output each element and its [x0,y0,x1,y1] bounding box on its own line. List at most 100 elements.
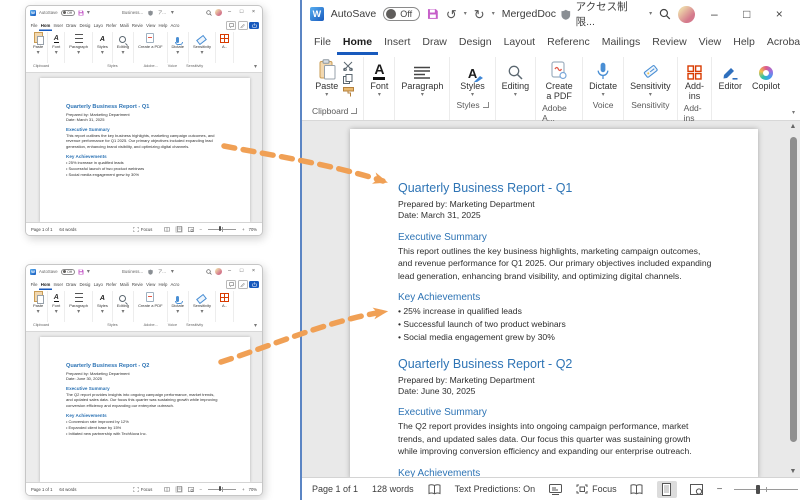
zoom-level[interactable]: 70% [249,487,257,492]
tab-mailings[interactable]: Maili [118,20,130,31]
minimize-button[interactable]: – [702,8,727,20]
tab-design[interactable]: Design [453,30,498,55]
sensitivity-button[interactable]: Sensitivity ▾ [189,291,216,322]
zoom-out-button[interactable]: − [199,487,202,492]
document-page[interactable]: Quarterly Business Report - Q1 Prepared … [350,129,758,477]
web-layout-button[interactable] [687,481,707,498]
zoom-slider[interactable] [734,484,799,494]
format-painter-icon[interactable] [343,87,355,97]
paragraph-button[interactable]: Paragraph ▾ [65,291,93,322]
zoom-out-button[interactable]: − [199,227,202,232]
chevron-down-icon[interactable]: ▾ [171,10,174,16]
print-layout-button[interactable] [175,225,184,233]
scroll-up-icon[interactable]: ▲ [788,123,798,130]
redo-icon[interactable]: ↻ [474,8,485,21]
share-button[interactable] [249,21,259,29]
tab-acrobat[interactable]: Acrobat [761,30,800,55]
tab-draw[interactable]: Draw [65,279,78,290]
read-mode-button[interactable] [163,486,171,493]
maximize-button[interactable]: □ [237,268,246,275]
close-button[interactable]: × [249,268,258,275]
tab-file[interactable]: File [29,20,39,31]
tab-help[interactable]: Help [727,30,761,55]
minimize-button[interactable]: – [225,9,234,16]
tab-file[interactable]: File [308,30,337,55]
page-indicator[interactable]: Page 1 of 1 [31,227,52,232]
font-button[interactable]: A Font ▾ [370,58,388,98]
create-pdf-button[interactable]: Create a PDF [134,291,168,322]
focus-button[interactable]: Focus [133,227,152,232]
read-mode-button[interactable] [627,481,647,498]
editing-button[interactable]: Editing ▾ [113,291,135,322]
paragraph-button[interactable]: Paragraph ▾ [401,58,443,98]
styles-button[interactable]: A Styles ▾ [93,291,113,322]
zoom-slider-thumb[interactable] [219,226,222,231]
draw-button[interactable] [237,20,248,30]
tab-help[interactable]: Help [157,279,169,290]
focus-button[interactable]: Focus [133,487,152,492]
tab-view[interactable]: View [693,30,728,55]
page-indicator[interactable]: Page 1 of 1 [31,487,52,492]
zoom-slider-thumb[interactable] [219,486,222,491]
tab-draw[interactable]: Draw [65,20,78,31]
tab-file[interactable]: File [29,279,39,290]
sensitivity-button[interactable]: Sensitivity ▾ [189,32,216,63]
paste-button[interactable]: Paste ▾ [315,58,338,98]
text-predictions[interactable]: Text Predictions: On [455,484,536,494]
add-ins-button[interactable]: A.. [216,291,234,322]
paste-button[interactable]: Paste ▾ [29,32,49,63]
tab-layout[interactable]: Layout [498,30,542,55]
close-button[interactable]: × [249,9,258,16]
web-layout-button[interactable] [187,486,195,493]
proofing-button[interactable] [428,483,441,495]
scrollbar[interactable]: ▲ ▼ [787,123,799,475]
chevron-down-icon[interactable]: ▾ [171,269,174,275]
editing-mode-button[interactable] [549,483,563,495]
add-ins-button[interactable]: Add-ins [684,58,706,101]
tab-acrobat[interactable]: Acro [169,279,181,290]
font-button[interactable]: A Font ▾ [48,32,66,63]
tab-references[interactable]: Refer [105,279,119,290]
tab-references[interactable]: Referenc [541,30,596,55]
chevron-down-icon[interactable]: ▾ [464,11,467,17]
create-pdf-button[interactable]: Create a PDF [542,58,576,101]
add-ins-button[interactable]: A.. [216,32,234,63]
zoom-in-button[interactable]: + [242,227,245,232]
editing-button[interactable]: Editing ▾ [113,32,135,63]
avatar[interactable] [214,9,222,16]
search-icon[interactable] [206,9,212,16]
dialog-launcher-icon[interactable] [482,102,489,108]
tab-home[interactable]: Hom [39,279,52,290]
tab-references[interactable]: Refer [105,20,119,31]
tab-insert[interactable]: Inser [52,20,65,31]
undo-icon[interactable]: ↺ [446,8,457,21]
web-layout-button[interactable] [187,226,195,233]
zoom-slider-thumb[interactable] [756,484,761,494]
scroll-down-icon[interactable]: ▼ [788,468,798,475]
ribbon-collapse-icon[interactable]: ▾ [254,64,257,70]
dictate-button[interactable]: Dictate ▾ [589,58,617,98]
tab-layout[interactable]: Layo [92,20,105,31]
cut-icon[interactable] [343,61,354,71]
tab-layout[interactable]: Layo [92,279,105,290]
chevron-down-icon[interactable]: ▾ [87,10,90,16]
document-page[interactable]: Quarterly Business Report - Q1 Prepared … [40,78,250,222]
maximize-button[interactable]: □ [237,9,246,16]
tab-home[interactable]: Hom [39,20,52,31]
zoom-level[interactable]: 70% [249,227,257,232]
quick-access-chevron-icon[interactable]: ▾ [492,11,495,17]
tab-acrobat[interactable]: Acro [169,20,181,31]
copy-icon[interactable] [343,74,353,84]
ribbon-collapse-icon[interactable]: ▾ [792,110,795,116]
search-icon[interactable] [659,8,671,20]
zoom-slider[interactable] [207,486,236,492]
zoom-slider[interactable] [207,226,236,232]
avatar[interactable] [677,5,695,23]
save-icon[interactable] [427,8,439,20]
sensitivity-button[interactable]: Sensitivity ▾ [630,58,671,98]
save-icon[interactable] [78,10,84,16]
print-layout-button[interactable] [175,485,184,493]
tab-insert[interactable]: Inser [52,279,65,290]
save-icon[interactable] [78,269,84,275]
maximize-button[interactable]: □ [734,8,759,20]
